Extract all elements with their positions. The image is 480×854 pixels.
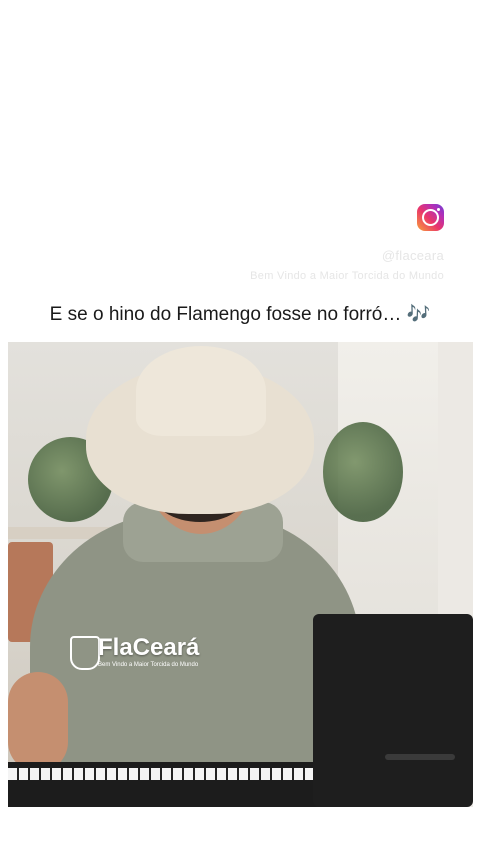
speaker-logo	[385, 754, 455, 760]
instagram-dot	[437, 208, 440, 211]
instagram-icon[interactable]	[417, 204, 444, 231]
flaceara-logo-tagline: Bem Vindo a Maior Torcida do Mundo	[98, 662, 199, 668]
plant-right	[323, 422, 403, 522]
instagram-ring	[422, 209, 439, 226]
speaker	[313, 614, 473, 807]
post-caption: E se o hino do Flamengo fosse no forró… …	[49, 304, 431, 325]
faded-watermark-handle: @flaceara	[381, 248, 444, 263]
flaceara-logo-brand: FlaCeará	[98, 634, 200, 661]
keyboard-keys	[8, 768, 323, 780]
faded-watermark-subtitle: Bem Vindo a Maior Torcida do Mundo	[250, 270, 444, 282]
flamengo-crest-icon	[70, 636, 100, 670]
person-arm	[8, 672, 68, 772]
video-frame[interactable]: FlaCeará Bem Vindo a Maior Torcida do Mu…	[8, 342, 473, 807]
cowboy-hat-crown	[136, 346, 266, 436]
